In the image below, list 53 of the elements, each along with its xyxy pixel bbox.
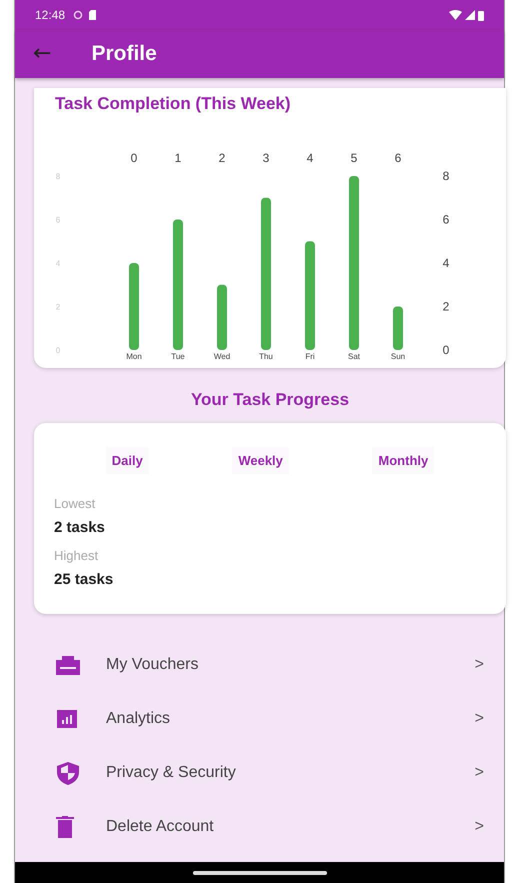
- bar: [217, 284, 227, 350]
- period-tab[interactable]: Daily: [106, 447, 149, 474]
- axis-label: Mon: [126, 352, 142, 361]
- status-time: 12:48: [35, 8, 66, 22]
- axis-label: 4: [306, 151, 314, 165]
- chart-title: Task Completion (This Week): [54, 94, 292, 114]
- chevron-icon: >: [474, 710, 484, 728]
- menu-item[interactable]: Privacy & Security >: [34, 746, 504, 800]
- home-indicator[interactable]: [192, 870, 326, 874]
- screen-title: Profile: [91, 42, 157, 66]
- axis-label: 2: [442, 300, 450, 314]
- wifi-icon: [449, 10, 462, 20]
- axis-label: 5: [350, 151, 358, 165]
- menu-item[interactable]: Delete Account >: [34, 800, 504, 854]
- axis-label: 0: [442, 343, 450, 357]
- stat-label: Lowest: [54, 496, 96, 511]
- period-tab[interactable]: Monthly: [372, 447, 434, 474]
- menu-label: Privacy & Security: [106, 764, 237, 782]
- trash-icon: [56, 816, 74, 838]
- axis-label: 6: [394, 151, 402, 165]
- axis-label: 4: [442, 256, 450, 270]
- menu-label: Analytics: [106, 710, 172, 728]
- axis-label: 0: [130, 151, 138, 165]
- stat-value: 25 tasks: [54, 571, 114, 588]
- axis-label: Tue: [171, 352, 185, 361]
- menu-label: My Vouchers: [106, 656, 200, 674]
- axis-label: Thu: [259, 352, 273, 361]
- battery-icon: [478, 10, 484, 20]
- axis-label: 1: [174, 151, 182, 165]
- shield-icon: [56, 761, 80, 785]
- chart-icon: [56, 709, 78, 729]
- stat-value: 2 tasks: [54, 519, 106, 536]
- stat-label: Highest: [54, 548, 100, 563]
- chevron-icon: >: [474, 656, 484, 674]
- voucher-icon: [56, 655, 80, 675]
- chevron-icon: >: [474, 764, 484, 782]
- axis-label: Sun: [390, 352, 406, 361]
- section-heading: Your Task Progress: [190, 390, 350, 410]
- axis-label: Sat: [348, 352, 360, 361]
- menu-item[interactable]: My Vouchers >: [34, 638, 504, 692]
- axis-label: Fri: [305, 352, 315, 361]
- axis-label: 8: [442, 169, 450, 183]
- menu-item[interactable]: Analytics >: [34, 692, 504, 746]
- bar: [393, 306, 403, 350]
- axis-label: 2: [218, 151, 226, 165]
- sim-card-icon: [89, 10, 98, 20]
- menu-label: Delete Account: [106, 818, 215, 836]
- axis-label: 6: [442, 212, 450, 226]
- axis-label: 3: [262, 151, 270, 165]
- signal-icon: [465, 10, 475, 20]
- chevron-icon: >: [474, 818, 484, 836]
- period-tab[interactable]: Weekly: [232, 447, 289, 474]
- axis-label: Wed: [214, 352, 230, 361]
